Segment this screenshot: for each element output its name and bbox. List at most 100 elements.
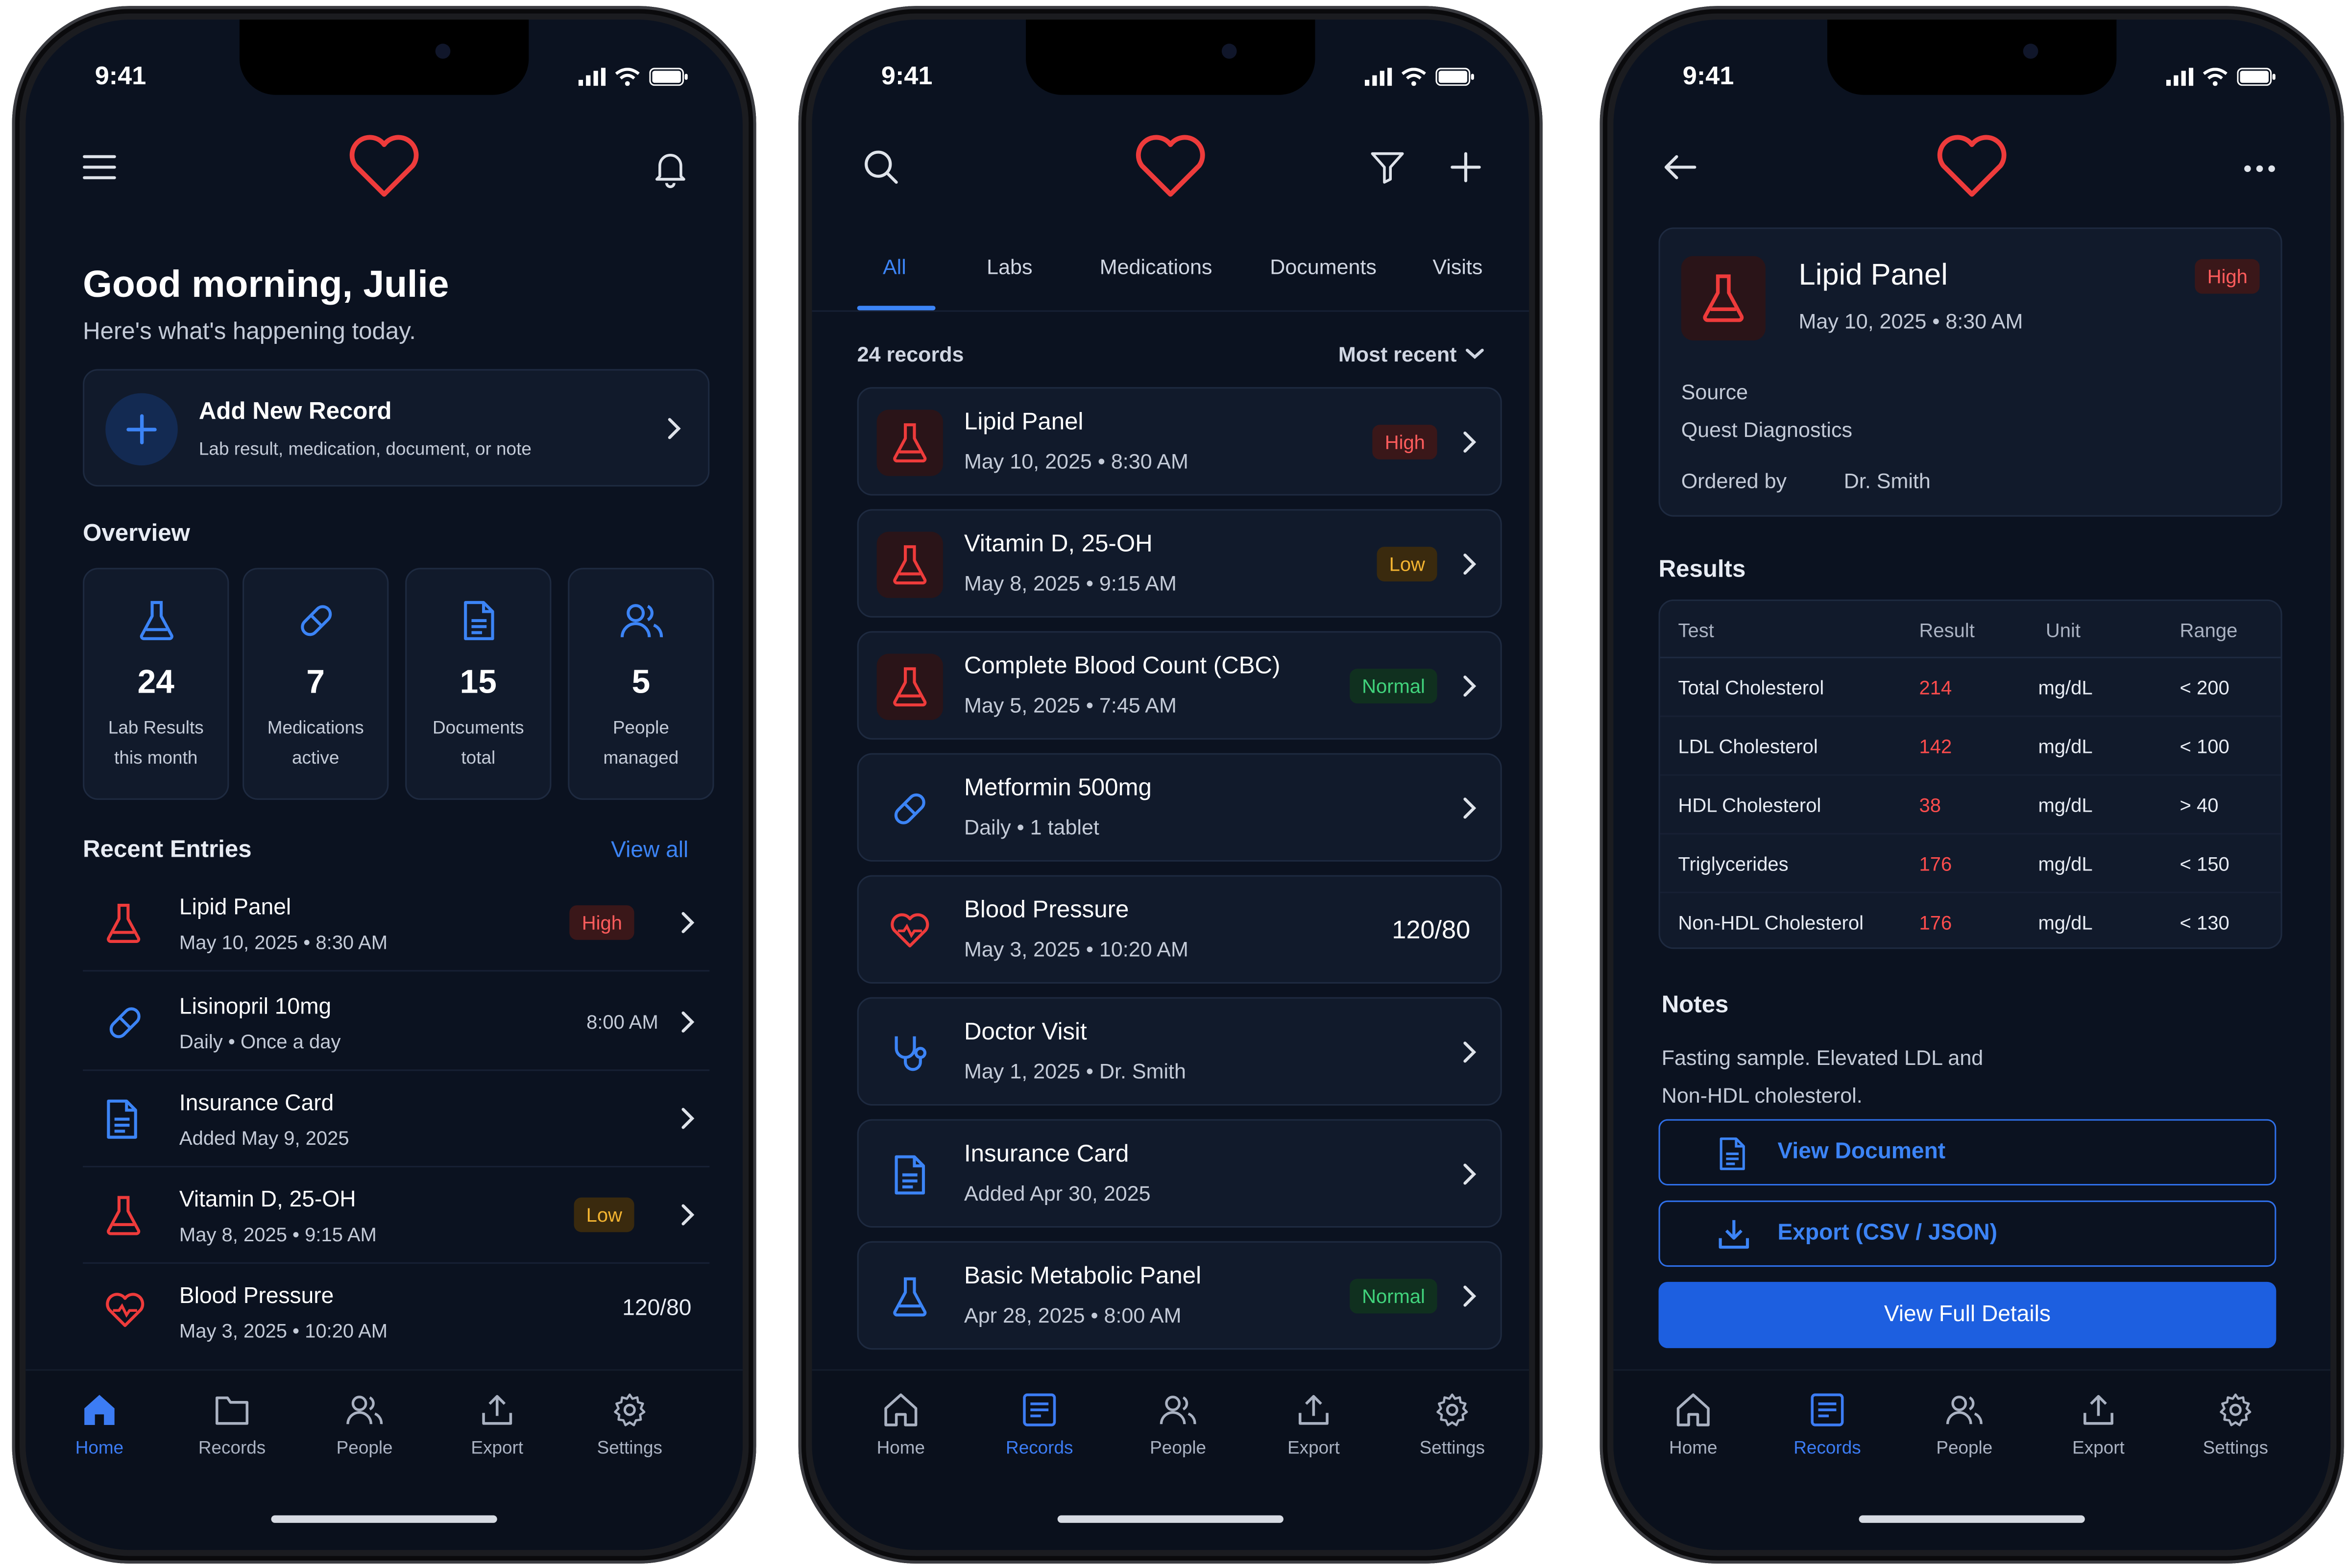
- tab-settings[interactable]: Settings: [2168, 1392, 2303, 1458]
- entry-insurance-card[interactable]: Insurance Card Added May 9, 2025: [83, 1074, 710, 1168]
- tab-visits[interactable]: Visits: [1432, 255, 1482, 279]
- add-record-title: Add New Record: [198, 399, 392, 425]
- stethoscope-icon: [877, 1020, 943, 1086]
- flask-icon: [1681, 256, 1766, 340]
- tab-export[interactable]: Export: [2031, 1392, 2166, 1458]
- overview-medications[interactable]: 7 Medications active: [242, 568, 389, 800]
- overview-documents[interactable]: 15 Documents total: [405, 568, 552, 800]
- phone-detail: 9:41 Lipid Panel May 10, 2025 • 8:30 AM …: [1599, 6, 2344, 1564]
- record-metformin[interactable]: Metformin 500mg Daily • 1 tablet: [857, 753, 1502, 862]
- record-lipid-panel[interactable]: Lipid Panel May 10, 2025 • 8:30 AM High: [857, 387, 1502, 496]
- overview-sublabel: this month: [114, 747, 198, 769]
- home-indicator: [271, 1515, 497, 1523]
- overview-value: 15: [460, 663, 497, 700]
- tab-people[interactable]: People: [1896, 1392, 2032, 1458]
- tab-medications[interactable]: Medications: [1100, 255, 1212, 279]
- view-document-button[interactable]: View Document: [1658, 1119, 2277, 1186]
- search-icon[interactable]: [863, 149, 899, 185]
- tab-labs[interactable]: Labs: [987, 255, 1032, 279]
- view-all-link[interactable]: View all: [611, 838, 688, 863]
- record-vitamin-d[interactable]: Vitamin D, 25-OH May 8, 2025 • 9:15 AM L…: [857, 509, 1502, 618]
- table-header: Test Result Unit Range: [1660, 601, 2281, 658]
- test-range: < 150: [2180, 852, 2229, 875]
- status-badge: Low: [1377, 547, 1437, 581]
- record-subtitle: May 5, 2025 • 7:45 AM: [964, 693, 1177, 717]
- bottom-tab-bar: Home Records People Export Settings: [812, 1369, 1529, 1550]
- status-badge: High: [2195, 259, 2260, 294]
- record-title: Vitamin D, 25-OH: [964, 531, 1153, 557]
- entry-blood-pressure[interactable]: Blood Pressure May 3, 2025 • 10:20 AM 12…: [83, 1267, 709, 1360]
- status-icons: [2166, 68, 2276, 86]
- column-header: Result: [1919, 619, 1975, 642]
- back-arrow-icon[interactable]: [1662, 152, 1698, 183]
- test-range: < 200: [2180, 676, 2229, 699]
- chevron-right-icon: [1463, 431, 1477, 453]
- tab-home[interactable]: Home: [1625, 1392, 1761, 1458]
- add-record-card[interactable]: Add New Record Lab result, medication, d…: [83, 369, 710, 487]
- view-full-details-button[interactable]: View Full Details: [1658, 1281, 2277, 1349]
- tab-records[interactable]: Records: [164, 1392, 300, 1458]
- bell-icon[interactable]: [652, 149, 688, 188]
- entry-lipid-panel[interactable]: Lipid Panel May 10, 2025 • 8:30 AM High: [83, 878, 710, 972]
- heart-pulse-icon: [877, 898, 943, 964]
- chevron-right-icon: [1463, 1285, 1477, 1307]
- button-label: View Document: [1777, 1138, 1946, 1164]
- tab-all[interactable]: All: [883, 255, 906, 279]
- entry-subtitle: May 8, 2025 • 9:15 AM: [179, 1223, 377, 1246]
- test-unit: mg/dL: [2038, 794, 2093, 817]
- record-cbc[interactable]: Complete Blood Count (CBC) May 5, 2025 •…: [857, 631, 1502, 740]
- notch: [239, 19, 529, 95]
- tab-settings[interactable]: Settings: [1384, 1392, 1520, 1458]
- records-icon: [1811, 1393, 1844, 1426]
- filter-icon[interactable]: [1369, 149, 1405, 185]
- record-blood-pressure[interactable]: Blood Pressure May 3, 2025 • 10:20 AM 12…: [857, 875, 1502, 984]
- active-tab-indicator: [857, 306, 936, 311]
- tab-people[interactable]: People: [297, 1392, 433, 1458]
- home-topbar: [25, 131, 743, 216]
- record-summary-card: Lipid Panel May 10, 2025 • 8:30 AM High …: [1658, 227, 2282, 517]
- home-icon: [1676, 1393, 1710, 1426]
- record-doctor-visit[interactable]: Doctor Visit May 1, 2025 • Dr. Smith: [857, 997, 1502, 1106]
- tab-home[interactable]: Home: [833, 1392, 969, 1458]
- test-name: HDL Cholesterol: [1678, 794, 1821, 817]
- record-basic-metabolic-panel[interactable]: Basic Metabolic Panel Apr 28, 2025 • 8:0…: [857, 1241, 1502, 1350]
- status-time: 9:41: [95, 62, 146, 91]
- entry-title: Lipid Panel: [179, 894, 291, 920]
- tab-label: Home: [876, 1437, 925, 1458]
- status-badge: Low: [574, 1197, 634, 1232]
- tab-export[interactable]: Export: [1246, 1392, 1381, 1458]
- tab-records[interactable]: Records: [971, 1392, 1107, 1458]
- tab-export[interactable]: Export: [429, 1392, 565, 1458]
- menu-icon[interactable]: [83, 152, 119, 183]
- overview-title: Overview: [83, 521, 190, 547]
- tab-records[interactable]: Records: [1760, 1392, 1895, 1458]
- tab-documents[interactable]: Documents: [1270, 255, 1377, 279]
- record-title: Metformin 500mg: [964, 775, 1152, 801]
- add-icon[interactable]: [1448, 149, 1484, 185]
- records-filter-tabs: All Labs Medications Documents Visits: [812, 245, 1529, 312]
- more-icon[interactable]: [2243, 164, 2277, 173]
- entry-subtitle: Added May 9, 2025: [179, 1127, 349, 1150]
- tab-people[interactable]: People: [1110, 1392, 1246, 1458]
- button-label: Export (CSV / JSON): [1777, 1220, 1998, 1246]
- battery-icon: [649, 68, 688, 86]
- tab-settings[interactable]: Settings: [562, 1392, 698, 1458]
- phone-records: 9:41 All Labs Medications Documents Visi…: [798, 6, 1543, 1564]
- battery-icon: [2237, 68, 2276, 86]
- entry-lisinopril[interactable]: Lisinopril 10mg Daily • Once a day 8:00 …: [83, 978, 710, 1071]
- test-result: 214: [1919, 676, 1952, 699]
- detail-topbar: [1613, 131, 2330, 216]
- overview-people[interactable]: 5 People managed: [568, 568, 714, 800]
- sort-dropdown[interactable]: Most recent: [1338, 342, 1484, 366]
- tab-home[interactable]: Home: [32, 1392, 168, 1458]
- export-button[interactable]: Export (CSV / JSON): [1658, 1200, 2277, 1267]
- chevron-right-icon: [681, 1108, 695, 1129]
- record-insurance-card[interactable]: Insurance Card Added Apr 30, 2025: [857, 1119, 1502, 1228]
- flask-icon: [876, 531, 943, 598]
- overview-label: Medications: [267, 717, 364, 738]
- source-value: Quest Diagnostics: [1681, 417, 1853, 441]
- test-name: Triglycerides: [1678, 852, 1789, 875]
- plus-icon: [105, 393, 178, 466]
- entry-vitamin-d[interactable]: Vitamin D, 25-OH May 8, 2025 • 9:15 AM L…: [83, 1170, 710, 1264]
- overview-lab-results[interactable]: 24 Lab Results this month: [83, 568, 229, 800]
